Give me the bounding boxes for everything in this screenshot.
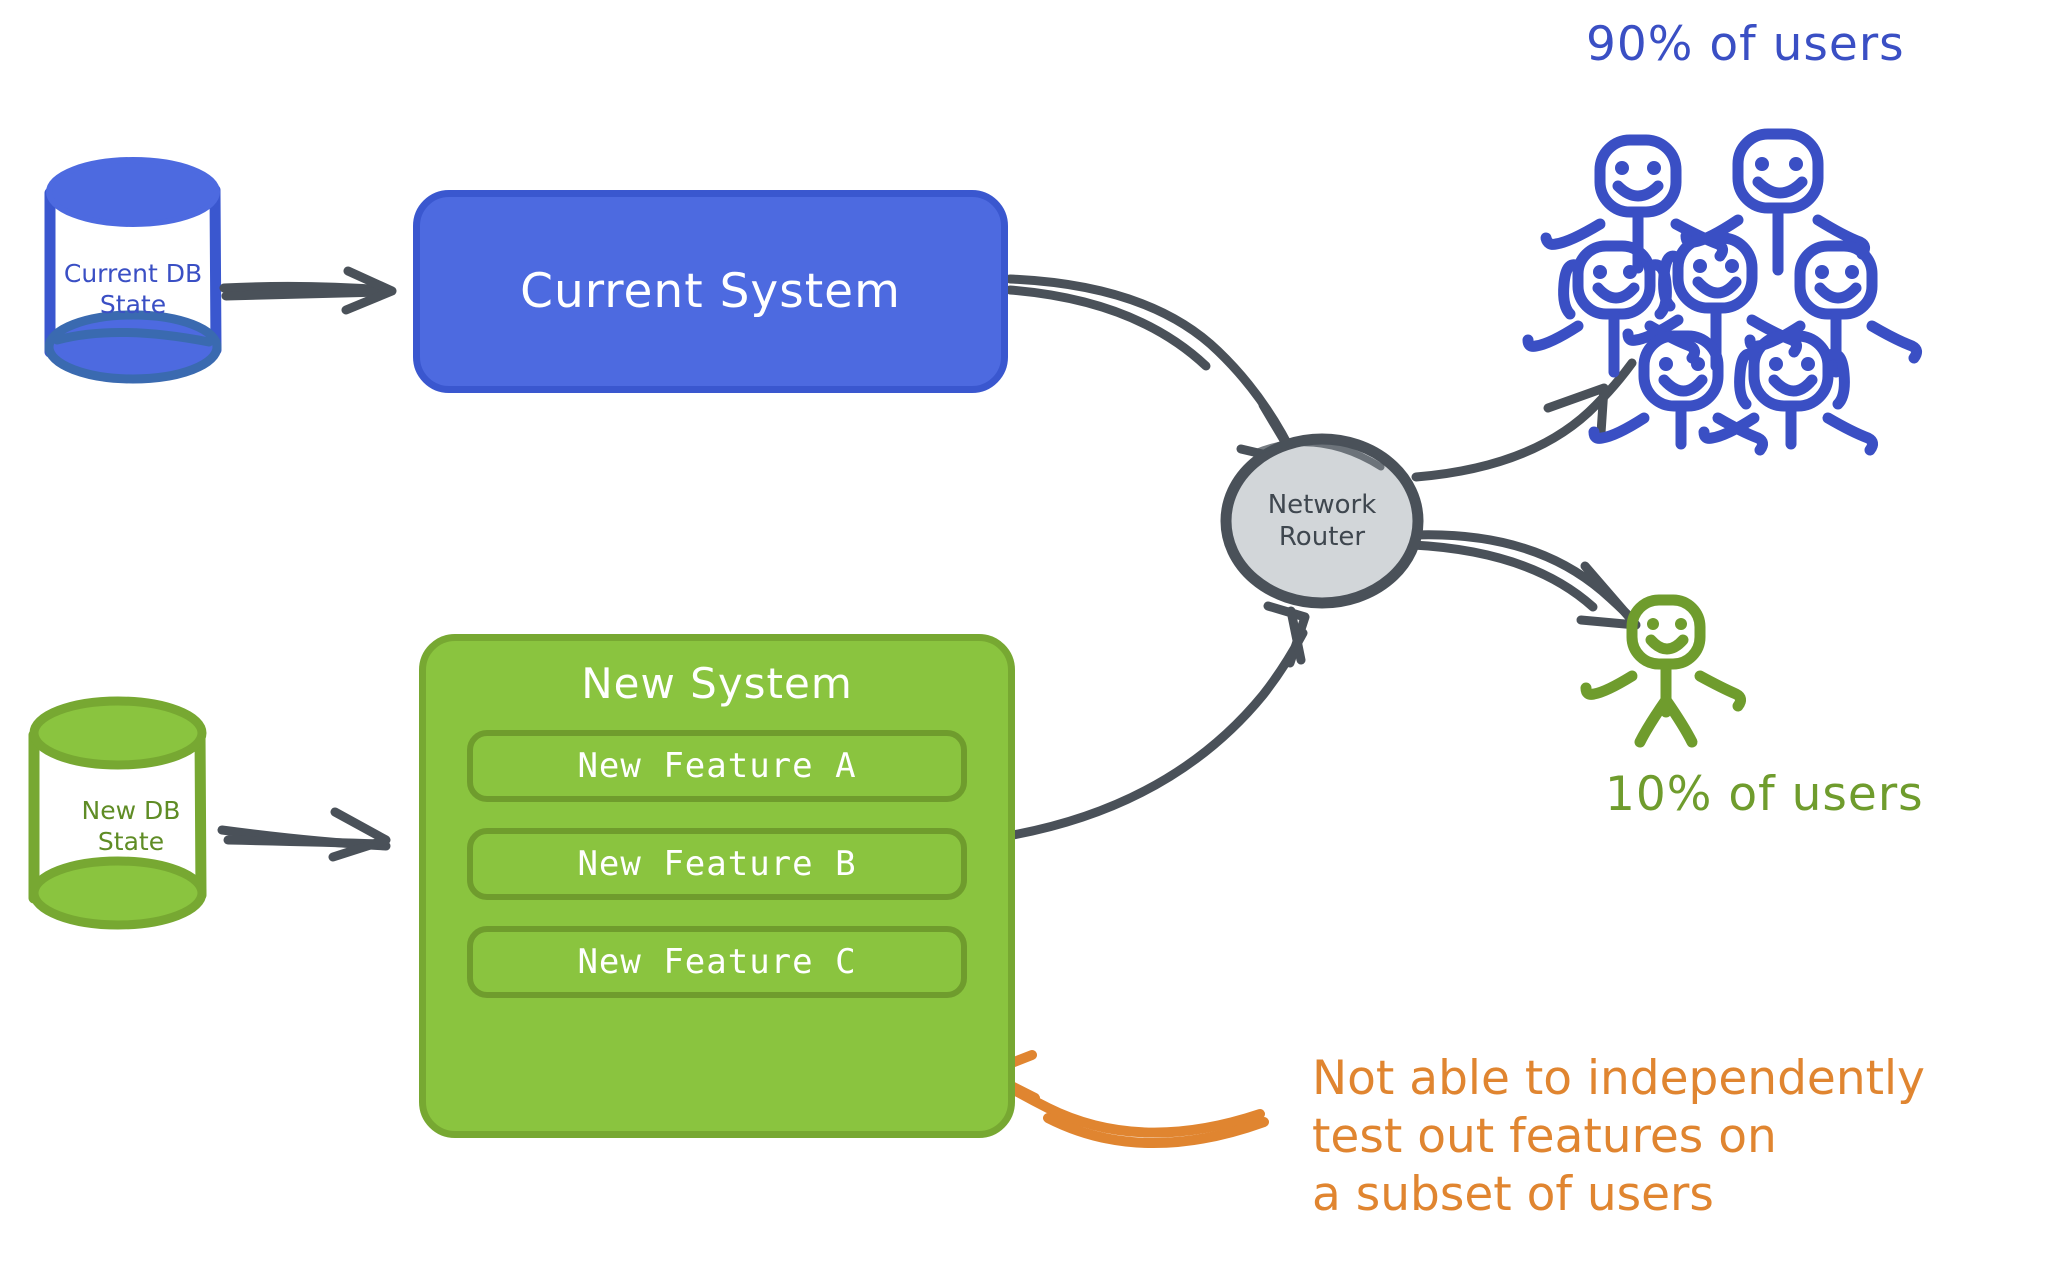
new-system-label: New System [581, 659, 853, 708]
arrow-router-to-majority-users [1411, 358, 1637, 482]
majority-users-figures [1522, 128, 1923, 456]
feature-box-c[interactable]: New Feature C [467, 926, 967, 998]
arrow-currentsystem-to-router [1005, 274, 1302, 467]
new-db-label: New DB State [81, 796, 181, 857]
network-router-node[interactable]: Network Router [1224, 438, 1420, 605]
network-router-line2: Router [1278, 521, 1366, 552]
majority-users-label: 90% of users [1586, 17, 1905, 72]
arrow-newdb-to-newsystem [217, 807, 391, 862]
new-system-box[interactable]: New System New Feature A New Feature B N… [419, 634, 1015, 1138]
arrow-router-to-canary-users [1408, 530, 1641, 630]
feature-c-label: New Feature C [577, 942, 857, 982]
feature-box-b[interactable]: New Feature B [467, 828, 967, 900]
network-router-line1: Network [1267, 489, 1377, 520]
arrow-currentdb-to-currentsystem [219, 266, 397, 315]
network-router-label: Network Router [1224, 438, 1420, 605]
current-db-label: Current DB State [63, 259, 203, 320]
current-system-box[interactable]: Current System [413, 190, 1008, 393]
annotation-arrow [981, 1050, 1269, 1148]
current-system-label: Current System [520, 264, 901, 319]
arrow-newsystem-to-router [1008, 601, 1310, 840]
feature-b-label: New Feature B [577, 844, 857, 884]
feature-a-label: New Feature A [577, 746, 857, 786]
stick-figure [1698, 330, 1879, 456]
annotation-label: Not able to independently test out featu… [1312, 1051, 1925, 1222]
feature-box-a[interactable]: New Feature A [467, 730, 967, 802]
canary-users-label: 10% of users [1605, 767, 1924, 822]
